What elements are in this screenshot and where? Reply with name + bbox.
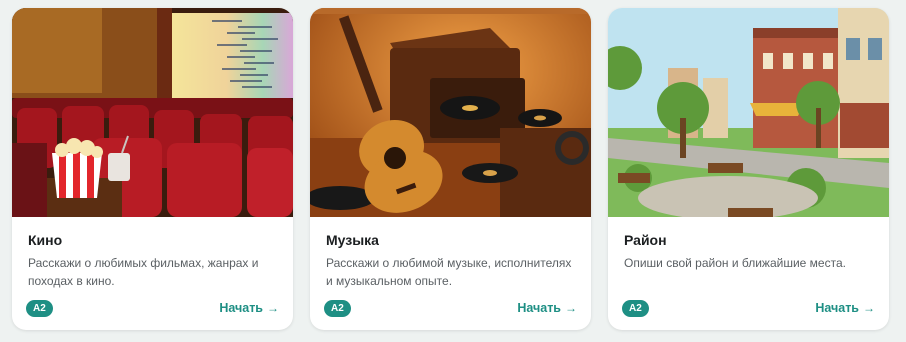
level-badge: A2	[324, 300, 351, 317]
arrow-right-icon: →	[863, 301, 875, 315]
card-description: Расскажи о любимых фильмах, жанрах и пох…	[28, 256, 259, 288]
start-button-label: Начать	[517, 301, 561, 315]
music-image	[310, 8, 591, 217]
arrow-right-icon: →	[267, 301, 279, 315]
topic-card-cinema[interactable]: Кино Расскажи о любимых фильмах, жанрах …	[12, 8, 293, 330]
neighborhood-image	[608, 8, 889, 217]
cinema-image	[12, 8, 293, 217]
card-description: Опиши свой район и ближайшие места.	[624, 256, 846, 270]
level-badge: A2	[622, 300, 649, 317]
arrow-right-icon: →	[565, 301, 577, 315]
start-button[interactable]: Начать →	[815, 301, 875, 315]
card-title: Район	[624, 232, 667, 248]
topic-card-neighborhood[interactable]: Район Опиши свой район и ближайшие места…	[608, 8, 889, 330]
start-button-label: Начать	[219, 301, 263, 315]
start-button[interactable]: Начать →	[517, 301, 577, 315]
card-title: Музыка	[326, 232, 379, 248]
card-title: Кино	[28, 232, 63, 248]
topic-card-music[interactable]: Музыка Расскажи о любимой музыке, исполн…	[310, 8, 591, 330]
start-button-label: Начать	[815, 301, 859, 315]
card-description: Расскажи о любимой музыке, исполнителях …	[326, 256, 572, 288]
start-button[interactable]: Начать →	[219, 301, 279, 315]
level-badge: A2	[26, 300, 53, 317]
